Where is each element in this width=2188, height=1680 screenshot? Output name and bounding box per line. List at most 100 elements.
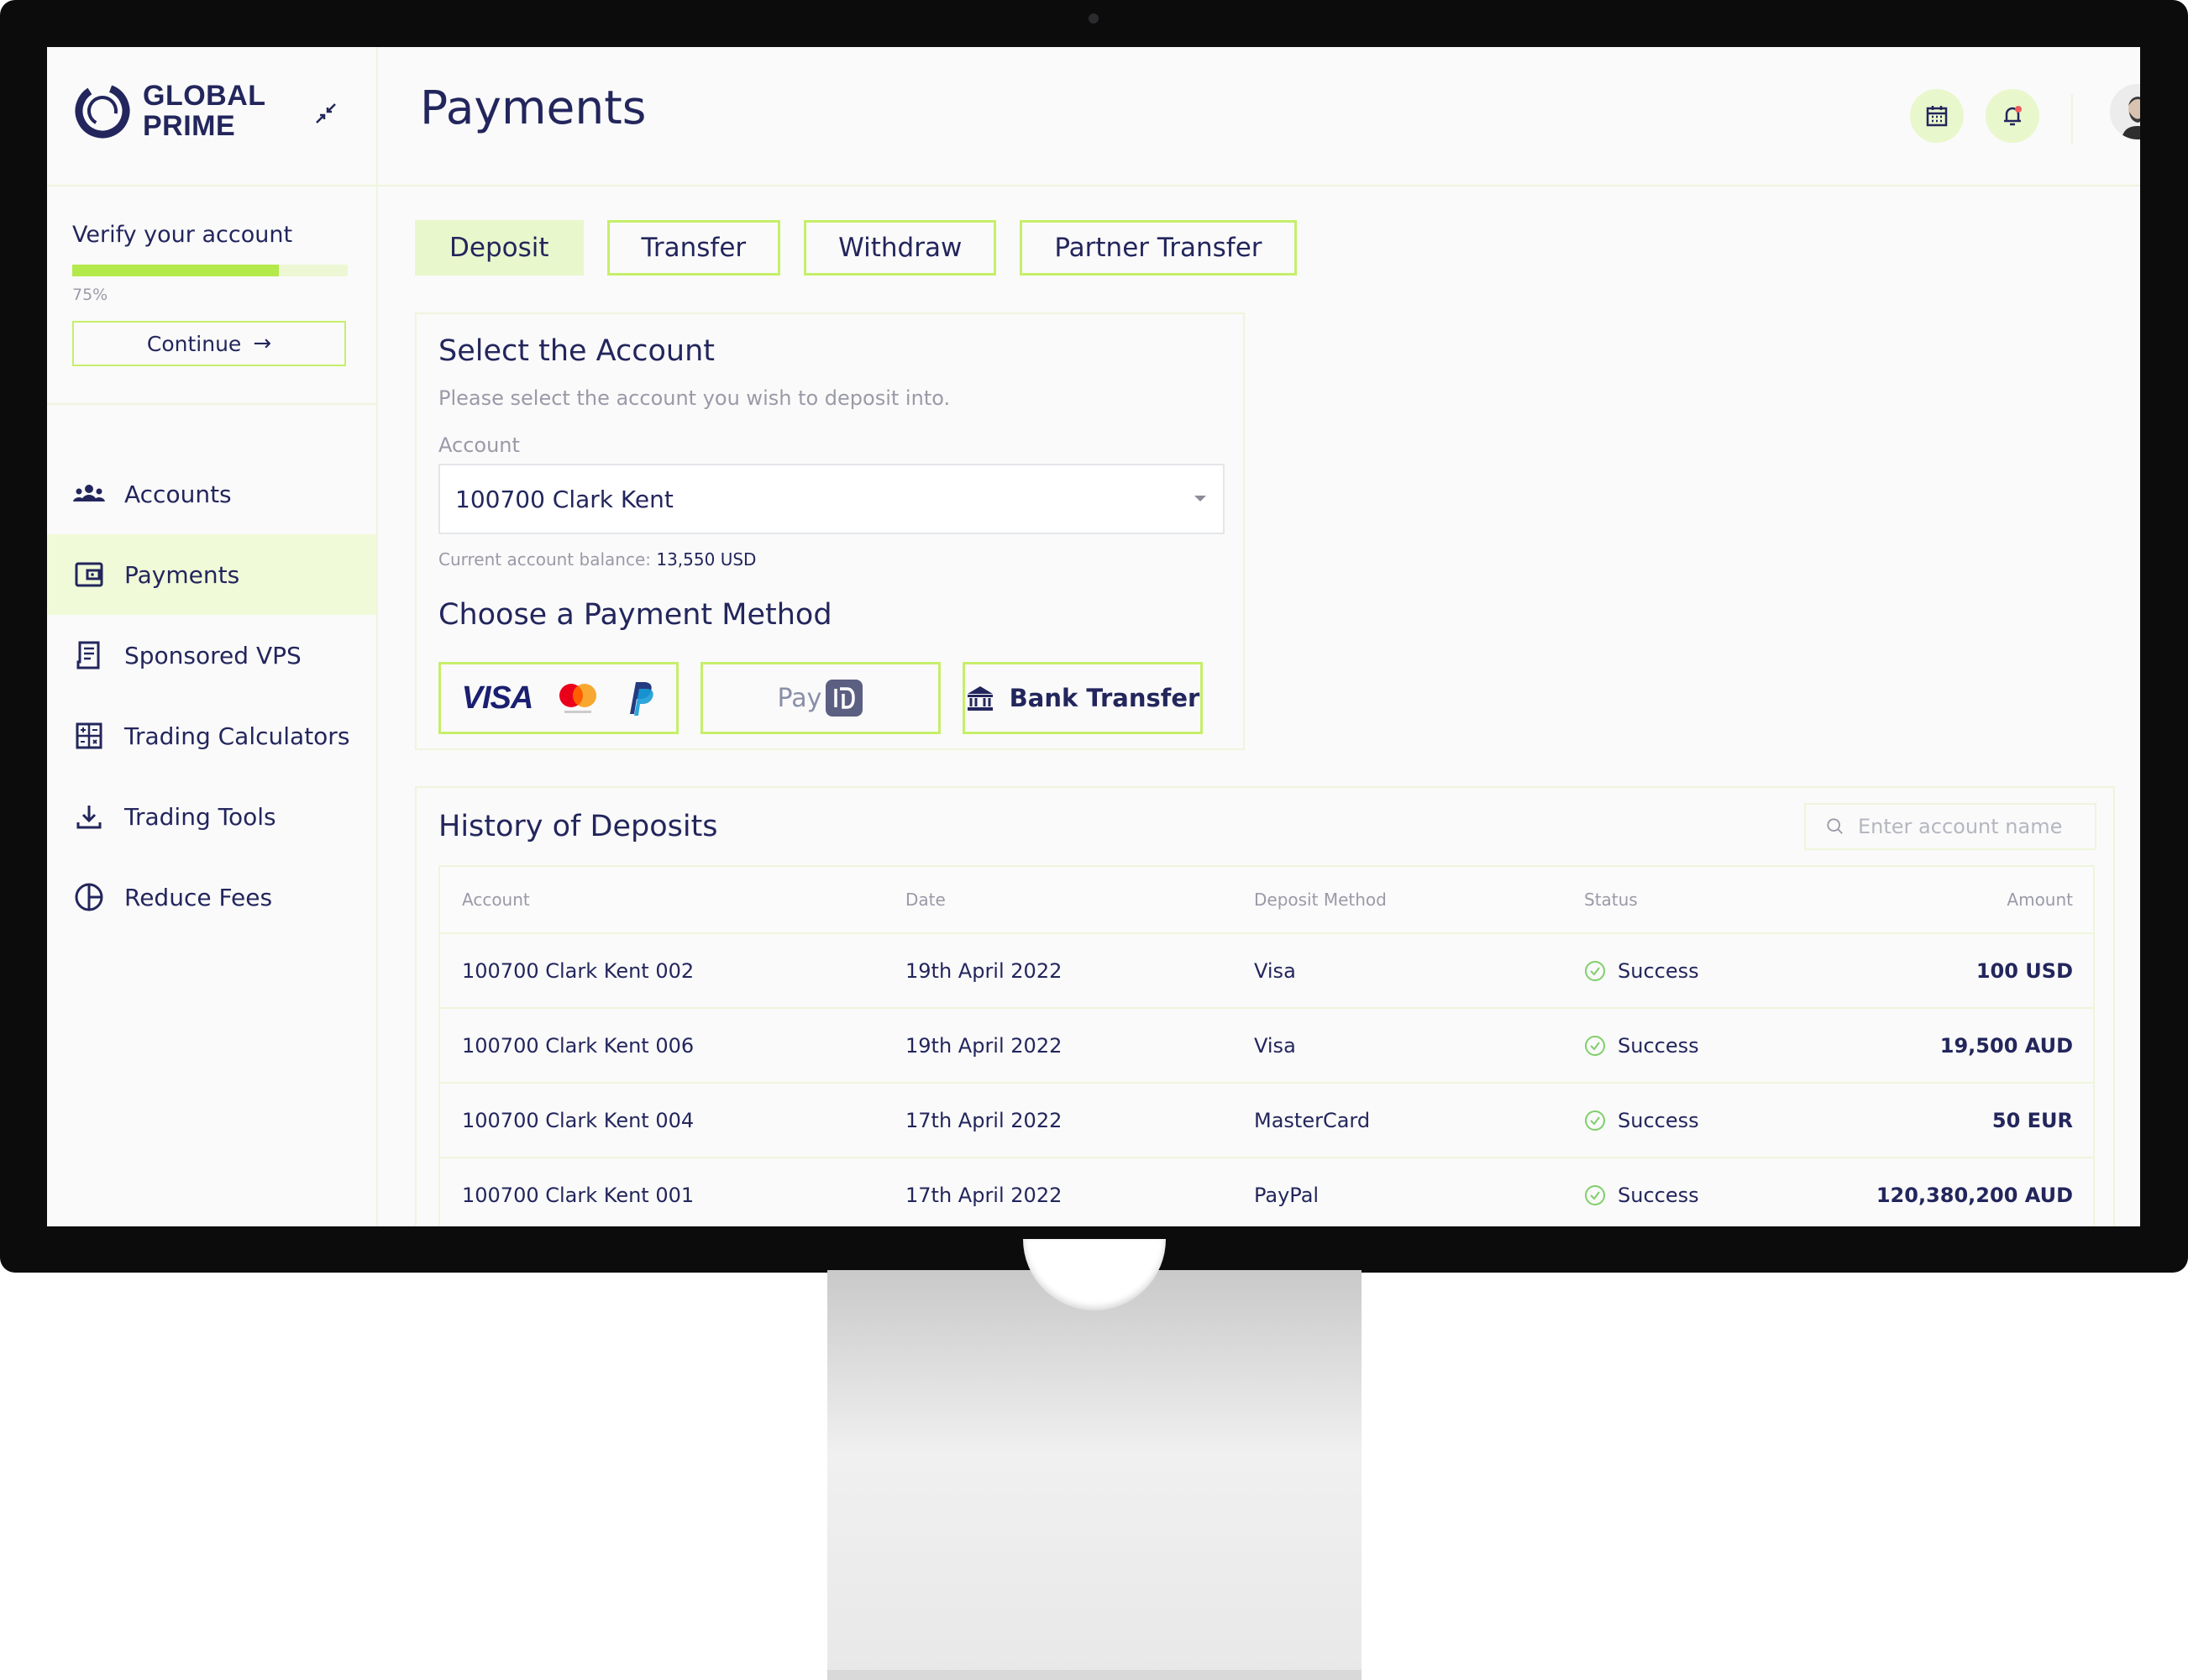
search-input[interactable] (1856, 814, 2095, 839)
sidebar-item-trading-calculators[interactable]: Trading Calculators (47, 696, 376, 776)
chevron-down-icon (1194, 496, 1206, 501)
sidebar-nav: Accounts Payments Sponsored VPS Trading … (47, 454, 376, 937)
account-select[interactable]: 100700 Clark Kent (438, 464, 1225, 534)
cell-amount: 50 EUR (1991, 1108, 2073, 1132)
cell-method: Visa (1254, 958, 1296, 983)
brand-name: GLOBAL PRIME (143, 81, 266, 141)
brand-name-line2: PRIME (143, 110, 236, 142)
table-row[interactable]: 100700 Clark Kent 004 17th April 2022 Ma… (440, 1084, 2093, 1158)
arrow-right-icon: → (253, 331, 272, 356)
sidebar-item-reduce-fees[interactable]: Reduce Fees (47, 857, 376, 937)
cell-status: Success (1584, 1009, 1699, 1082)
calendar-button[interactable] (1910, 89, 1964, 143)
page-title: Payments (420, 81, 647, 134)
select-account-subtitle: Please select the account you wish to de… (438, 386, 951, 410)
sidebar-item-label: Sponsored VPS (124, 641, 302, 669)
column-header-amount[interactable]: Amount (2007, 867, 2073, 932)
avatar-portrait-icon (2110, 84, 2140, 139)
tab-transfer[interactable]: Transfer (606, 220, 781, 276)
sidebar-item-label: Trading Tools (124, 802, 276, 831)
payid-logo-icon (826, 680, 863, 717)
continue-label: Continue (146, 331, 242, 356)
top-bar: Payments (378, 47, 2140, 186)
sidebar-item-sponsored-vps[interactable]: Sponsored VPS (47, 615, 376, 696)
sidebar-item-accounts[interactable]: Accounts (47, 454, 376, 534)
wallet-icon (72, 558, 106, 591)
camera (1089, 13, 1099, 24)
tab-partner-transfer[interactable]: Partner Transfer (1020, 220, 1297, 276)
pie-chart-icon (72, 880, 106, 914)
status-label: Success (1618, 1108, 1699, 1132)
card-payment-option[interactable]: VISA (438, 662, 679, 734)
receipt-icon (72, 638, 106, 672)
cell-amount: 100 USD (1975, 958, 2073, 983)
cell-status: Success (1584, 1084, 1699, 1157)
stand-base (827, 1670, 1362, 1680)
search-box[interactable] (1804, 803, 2096, 850)
column-header-date[interactable]: Date (905, 867, 946, 932)
column-header-account[interactable]: Account (462, 867, 530, 932)
sidebar-item-label: Reduce Fees (124, 883, 273, 911)
payment-tabs: Deposit Transfer Withdraw Partner Transf… (415, 220, 1320, 276)
avatar[interactable] (2110, 84, 2140, 139)
check-circle-icon (1585, 960, 1605, 981)
continue-button[interactable]: Continue → (72, 321, 346, 366)
cell-date: 17th April 2022 (905, 1183, 1063, 1207)
cell-status: Success (1584, 1158, 1699, 1226)
bank-transfer-payment-option[interactable]: Bank Transfer (963, 662, 1203, 734)
sidebar-divider (47, 185, 376, 186)
visa-logo: VISA (461, 680, 534, 716)
app-screen: GLOBAL PRIME Verify your account 75% Con… (47, 47, 2140, 1226)
payment-method-title: Choose a Payment Method (438, 598, 832, 632)
bank-icon (967, 686, 993, 711)
notifications-button[interactable] (1986, 89, 2039, 143)
check-circle-icon (1585, 1110, 1605, 1131)
search-icon (1827, 818, 1843, 834)
status-label: Success (1618, 1033, 1699, 1058)
calendar-icon (1926, 106, 1948, 127)
verify-progress-fill (72, 265, 279, 276)
logo-icon (75, 83, 130, 139)
sidebar-item-label: Trading Calculators (124, 722, 350, 750)
cell-method: PayPal (1254, 1183, 1320, 1207)
check-circle-icon (1585, 1184, 1605, 1205)
cell-method: Visa (1254, 1033, 1296, 1058)
table-row[interactable]: 100700 Clark Kent 002 19th April 2022 Vi… (440, 934, 2093, 1009)
bell-icon (2004, 106, 2022, 126)
tab-deposit[interactable]: Deposit (415, 220, 584, 276)
payid-payment-option[interactable]: Pay (700, 662, 941, 734)
deposit-history-table: Account Date Deposit Method Status Amoun… (438, 865, 2095, 1226)
brand-logo[interactable]: GLOBAL PRIME (72, 81, 266, 141)
deposit-history-card: History of Deposits Account Date Deposit… (415, 786, 2115, 1226)
top-divider (2071, 94, 2073, 144)
paypal-logo-icon (630, 682, 654, 716)
table-header-row: Account Date Deposit Method Status Amoun… (440, 867, 2093, 934)
collapse-icon[interactable] (312, 99, 340, 128)
status-label: Success (1618, 958, 1699, 983)
select-account-card: Select the Account Please select the acc… (415, 312, 1245, 750)
tab-withdraw[interactable]: Withdraw (804, 220, 997, 276)
cell-account: 100700 Clark Kent 002 (462, 958, 695, 983)
sidebar-item-label: Accounts (124, 480, 232, 508)
account-field-label: Account (438, 433, 520, 457)
column-header-method[interactable]: Deposit Method (1254, 867, 1387, 932)
cell-date: 19th April 2022 (905, 958, 1063, 983)
cell-amount: 19,500 AUD (1939, 1033, 2073, 1058)
download-icon (72, 800, 106, 833)
account-balance: Current account balance: 13,550 USD (438, 549, 756, 570)
sidebar-divider (47, 403, 376, 405)
status-label: Success (1618, 1183, 1699, 1207)
table-row[interactable]: 100700 Clark Kent 006 19th April 2022 Vi… (440, 1009, 2093, 1084)
sidebar-item-trading-tools[interactable]: Trading Tools (47, 776, 376, 857)
sidebar-item-label: Payments (124, 560, 240, 589)
verify-progress-text: 75% (72, 286, 108, 304)
check-circle-icon (1585, 1035, 1605, 1056)
brand-name-line1: GLOBAL (143, 80, 266, 112)
table-row[interactable]: 100700 Clark Kent 001 17th April 2022 Pa… (440, 1158, 2093, 1226)
sidebar-item-payments[interactable]: Payments (47, 534, 376, 615)
cell-amount: 120,380,200 AUD (1876, 1183, 2073, 1207)
select-account-title: Select the Account (438, 334, 715, 368)
column-header-status[interactable]: Status (1584, 867, 1638, 932)
mastercard-logo-icon (559, 684, 597, 713)
account-select-value: 100700 Clark Kent (455, 485, 674, 513)
